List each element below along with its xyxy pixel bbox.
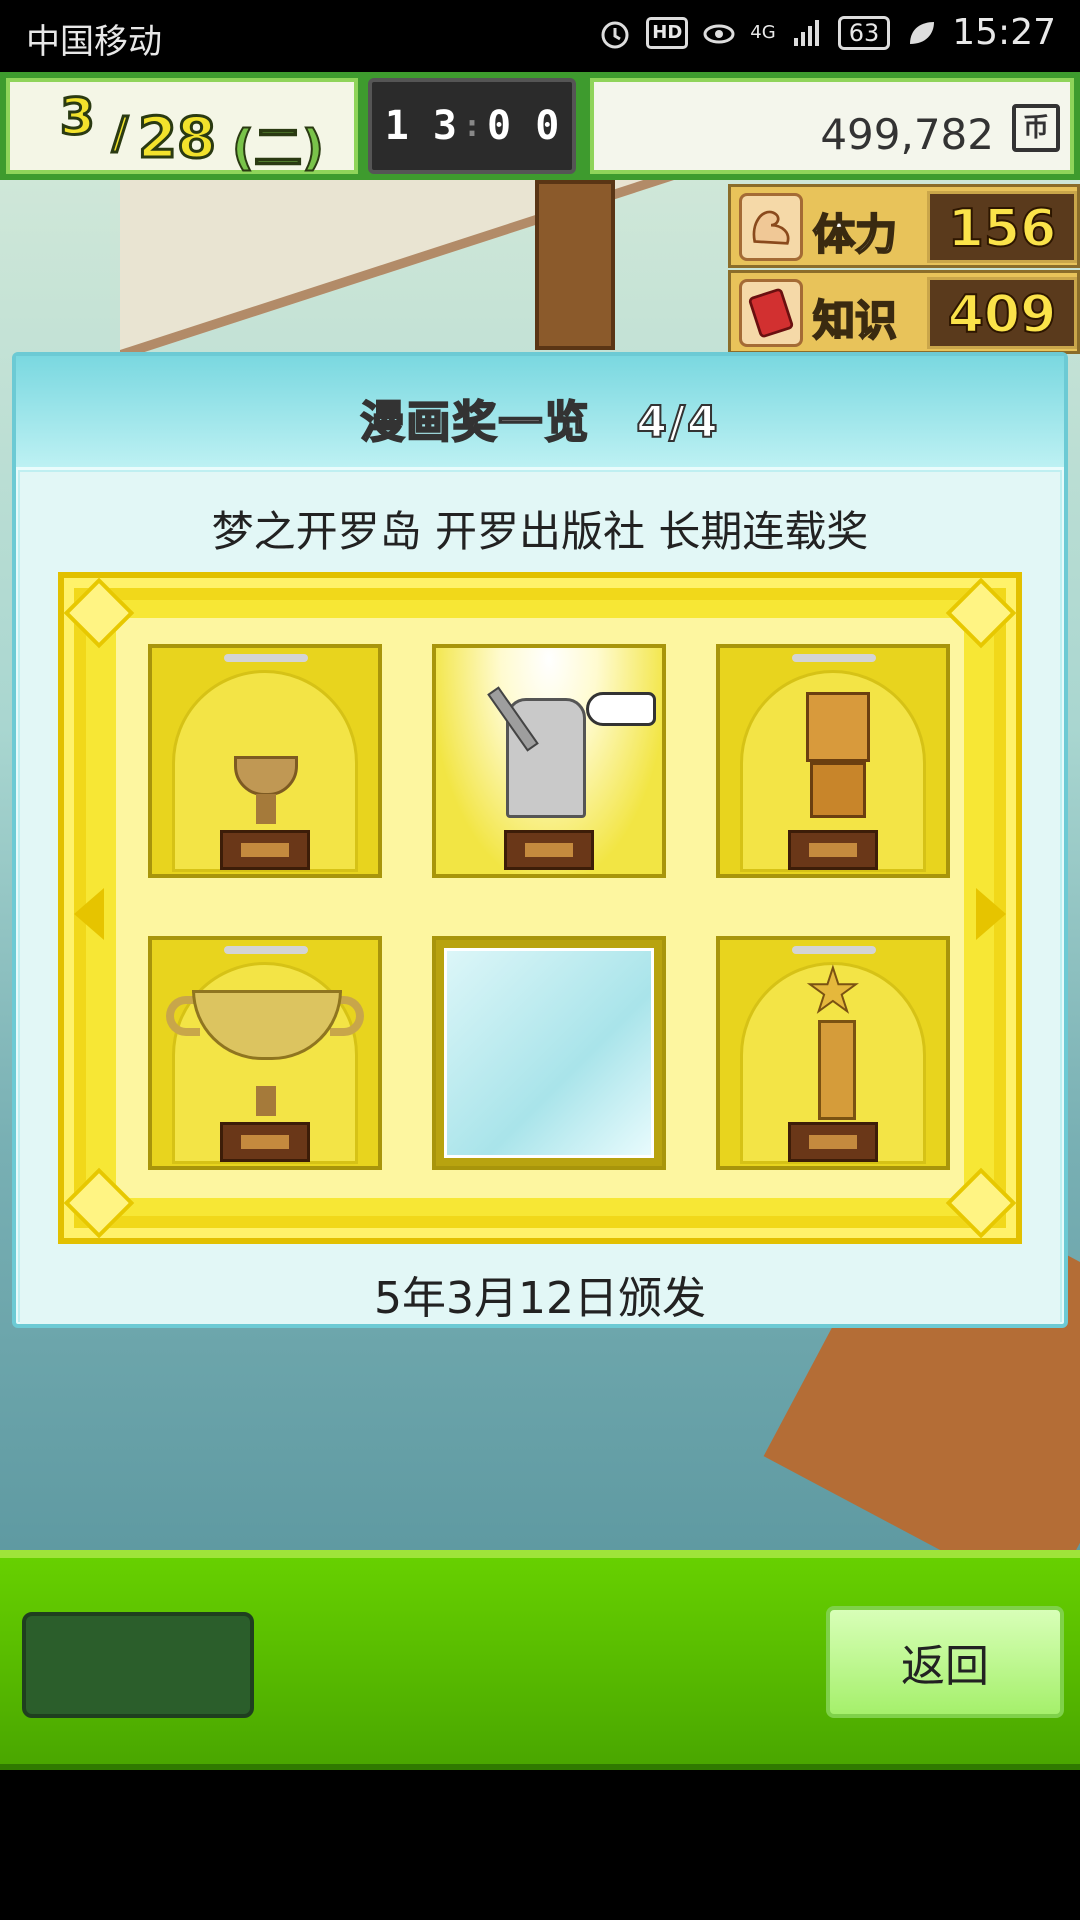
top-hud: 3 / 28 (二) 1 3 : 0 0 499,782 币 <box>0 72 1080 180</box>
book-icon <box>739 279 803 347</box>
leaf-icon <box>910 21 935 44</box>
slot-lamp <box>792 654 876 662</box>
award-name: 梦之开罗岛 开罗出版社 长期连载奖 <box>211 507 869 556</box>
clock-minutes: 0 0 <box>487 103 560 149</box>
dialog-title: 漫画奖一览 4/4 <box>359 396 720 449</box>
cup-stem <box>256 794 276 824</box>
clock-time: 15:27 <box>952 12 1056 53</box>
bottom-bar: 返回 <box>0 1550 1080 1770</box>
battery-icon: 63 <box>837 15 891 50</box>
trophy-base <box>220 830 310 870</box>
status-icons: HD 4G 63 15:27 <box>598 12 1056 53</box>
status-bar: 中国移动 HD 4G 63 15:27 <box>0 0 1080 72</box>
muscle-icon <box>739 193 803 261</box>
scene-door <box>535 180 615 350</box>
trophy-base <box>504 830 594 870</box>
next-page-arrow-icon[interactable] <box>976 888 1006 940</box>
clock-hours: 1 3 <box>384 103 457 149</box>
cup-stem <box>256 1086 276 1116</box>
month: 3 <box>59 87 97 148</box>
game-clock: 1 3 : 0 0 <box>368 78 576 174</box>
empty-glass-case <box>444 948 654 1158</box>
stamina-value: 156 <box>927 191 1077 263</box>
trophy-base <box>788 830 878 870</box>
hd-icon: HD <box>646 16 689 49</box>
award-date: 5年3月12日颁发 <box>374 1273 706 1324</box>
trophy-base <box>220 1122 310 1162</box>
disabled-button <box>22 1612 254 1718</box>
trophy-slot-silver-pen-statue[interactable] <box>432 644 666 878</box>
knowledge-stat: 知识 409 <box>728 270 1080 354</box>
pointer-hand-icon <box>586 692 656 726</box>
robot-body-icon <box>810 762 866 818</box>
slot-lamp <box>792 946 876 954</box>
slot-lamp <box>224 654 308 662</box>
day: 28 <box>137 105 218 173</box>
clock-separator: : <box>462 108 482 144</box>
stamina-label: 体力 <box>812 209 898 260</box>
trophy-case: ★ <box>58 572 1022 1244</box>
eye-icon <box>703 24 735 43</box>
money-panel: 499,782 币 <box>590 78 1074 174</box>
prev-page-arrow-icon[interactable] <box>74 888 104 940</box>
stamina-stat: 体力 156 <box>728 184 1080 268</box>
trophy-slot-empty[interactable] <box>432 936 666 1170</box>
dialog-titlebar: 漫画奖一览 4/4 <box>16 356 1064 470</box>
trophy-base <box>788 1122 878 1162</box>
robot-head-icon <box>806 692 870 762</box>
money-amount: 499,782 <box>820 110 994 159</box>
dialog-body: 梦之开罗岛 开罗出版社 长期连载奖 ★ 5年3月12日颁发 <box>20 472 1060 1324</box>
trophy-slot-large-gold-cup[interactable] <box>148 936 382 1170</box>
trophy-slot-small-bronze-cup[interactable] <box>148 644 382 878</box>
alarm-icon <box>601 21 629 48</box>
knowledge-value: 409 <box>927 277 1077 349</box>
trophy-slot-star-tower[interactable]: ★ <box>716 936 950 1170</box>
knowledge-label: 知识 <box>812 295 898 346</box>
carrier-label: 中国移动 <box>26 22 162 62</box>
currency-icon: 币 <box>1012 104 1060 152</box>
weekday: (二) <box>231 119 325 177</box>
trophy-slot-robot-statue[interactable] <box>716 644 950 878</box>
star-icon: ★ <box>805 955 861 1027</box>
award-list-dialog: 漫画奖一览 4/4 梦之开罗岛 开罗出版社 长期连载奖 ★ 5年3月12日颁发 <box>12 352 1068 1328</box>
slot-lamp <box>224 946 308 954</box>
network-type: 4G <box>750 22 776 43</box>
signal-icon <box>793 19 819 46</box>
back-button[interactable]: 返回 <box>826 1606 1064 1718</box>
game-screen: 中国移动 HD 4G 63 15:27 3 / 28 (二) 1 3 : 0 0… <box>0 0 1080 1920</box>
tower-pillar <box>818 1020 856 1120</box>
date-panel: 3 / 28 (二) <box>6 78 358 177</box>
date-slash: / <box>110 107 129 161</box>
